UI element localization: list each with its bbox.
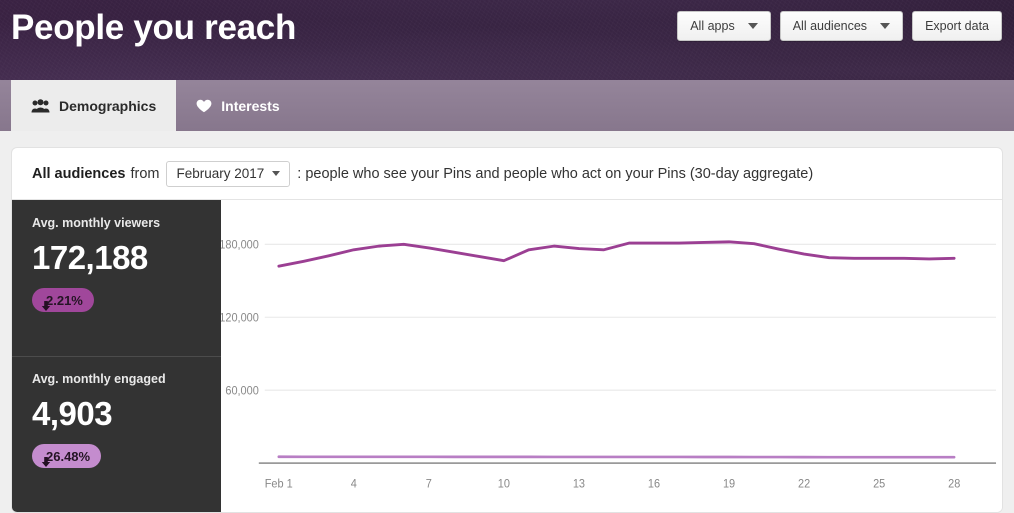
export-data-label: Export data bbox=[925, 19, 989, 33]
series-line-viewers bbox=[277, 240, 956, 268]
chevron-down-icon bbox=[747, 23, 758, 29]
y-axis-tick-label: 60,000 bbox=[225, 385, 258, 398]
chart-svg: 60,000 120,000 180,000 Feb 1 4 7 10 13 16 19 22 25 2… bbox=[221, 239, 997, 491]
audience-label: All audiences bbox=[32, 165, 126, 182]
x-axis-tick-label: 4 bbox=[351, 478, 358, 491]
filter-description: : people who see your Pins and people wh… bbox=[297, 165, 814, 182]
export-data-button[interactable]: Export data bbox=[912, 11, 1002, 41]
month-select-value: February 2017 bbox=[176, 166, 265, 181]
metric-value: 4,903 bbox=[32, 395, 113, 432]
chart-wrap: Avg. monthly viewers 172,188 2.21% Avg. … bbox=[12, 200, 1002, 512]
y-axis-tick-label: 120,000 bbox=[221, 312, 259, 325]
tab-demographics-label: Demographics bbox=[59, 97, 157, 114]
tab-interests[interactable]: Interests bbox=[176, 80, 299, 131]
filter-row: All audiences from February 2017 : peopl… bbox=[12, 148, 1002, 200]
reach-card: All audiences from February 2017 : peopl… bbox=[11, 147, 1003, 513]
x-axis-tick-label: 13 bbox=[573, 478, 585, 491]
people-group-icon bbox=[31, 98, 50, 113]
status-badge: 26.48% bbox=[32, 444, 102, 468]
x-axis-tick-label: 19 bbox=[723, 478, 735, 491]
tab-demographics[interactable]: Demographics bbox=[11, 80, 177, 131]
tab-bar: Demographics Interests bbox=[0, 80, 1014, 131]
heart-icon bbox=[196, 99, 212, 113]
month-select[interactable]: February 2017 bbox=[166, 160, 291, 187]
badge-value: 26.48% bbox=[46, 448, 91, 464]
x-axis-tick-label: 16 bbox=[648, 478, 660, 491]
metric-label: Avg. monthly viewers bbox=[32, 216, 161, 230]
metric-avg-monthly-engaged[interactable]: Avg. monthly engaged 4,903 26.48% bbox=[12, 356, 221, 512]
metrics-panel: Avg. monthly viewers 172,188 2.21% Avg. … bbox=[12, 200, 221, 512]
all-apps-filter-button[interactable]: All apps bbox=[677, 11, 771, 41]
status-badge: 2.21% bbox=[32, 288, 94, 312]
all-audiences-label: All audiences bbox=[792, 19, 868, 33]
metric-value: 172,188 bbox=[32, 239, 148, 276]
all-audiences-filter-button[interactable]: All audiences bbox=[779, 11, 904, 41]
x-axis-tick-label: 25 bbox=[873, 478, 885, 491]
main-content: All audiences from February 2017 : peopl… bbox=[0, 131, 1014, 513]
x-axis-tick-label: 7 bbox=[426, 478, 432, 491]
metric-label: Avg. monthly engaged bbox=[32, 372, 166, 386]
reach-line-chart: 60,000 120,000 180,000 Feb 1 4 7 10 13 16 19 22 25 2… bbox=[221, 200, 1002, 512]
x-axis-tick-label: 22 bbox=[798, 478, 810, 491]
metric-avg-monthly-viewers[interactable]: Avg. monthly viewers 172,188 2.21% bbox=[12, 200, 221, 356]
chevron-down-icon bbox=[272, 171, 281, 176]
from-label: from bbox=[130, 165, 160, 182]
x-axis-tick-label: 10 bbox=[498, 478, 510, 491]
page-title: People you reach bbox=[11, 8, 297, 47]
x-axis-tick-label: Feb 1 bbox=[265, 478, 293, 491]
chevron-down-icon bbox=[880, 23, 891, 29]
x-axis-tick-label: 28 bbox=[948, 478, 960, 491]
all-apps-label: All apps bbox=[690, 19, 735, 33]
y-axis-tick-label: 180,000 bbox=[221, 239, 259, 252]
page-header: People you reach All apps All audiences … bbox=[0, 0, 1014, 80]
tab-interests-label: Interests bbox=[221, 97, 280, 114]
header-actions: All apps All audiences Export data bbox=[677, 11, 1002, 41]
